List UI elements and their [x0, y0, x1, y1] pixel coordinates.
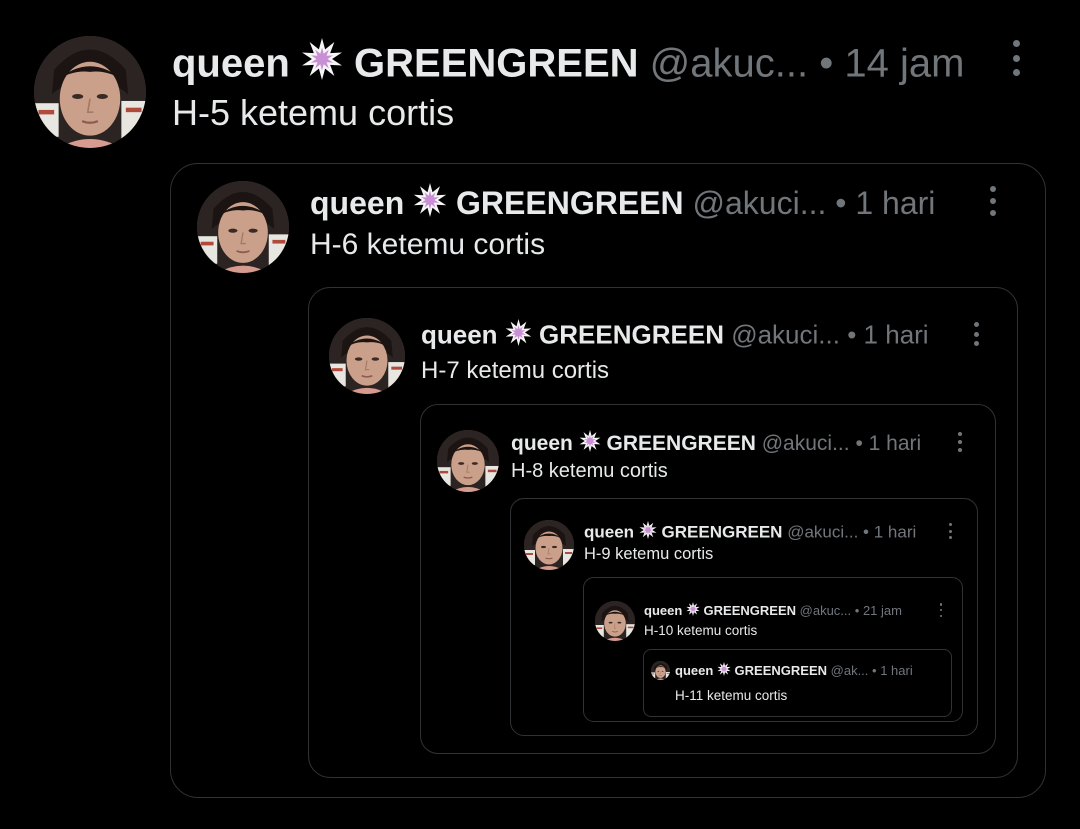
post-text: H-11 ketemu cortis — [675, 688, 788, 703]
more-options-icon[interactable] — [971, 322, 981, 346]
post-timestamp[interactable]: 1 hari — [855, 185, 935, 221]
author-handle[interactable]: @akuci... — [762, 432, 850, 455]
author-display-name[interactable]: GREENGREEN — [354, 41, 639, 85]
post-header: queen GREENGREEN @akuci... • 1 hari — [421, 319, 929, 353]
explosion-badge-icon — [717, 662, 731, 679]
author-display-name[interactable]: GREENGREEN — [704, 603, 796, 618]
author-name[interactable]: queen — [511, 432, 573, 455]
author-display-name[interactable]: GREENGREEN — [735, 663, 827, 678]
author-handle[interactable]: @akuc... — [800, 603, 852, 618]
author-name[interactable]: queen — [584, 522, 634, 541]
author-name[interactable]: queen — [421, 320, 498, 350]
author-handle[interactable]: @akuci... — [693, 185, 827, 221]
author-name[interactable]: queen — [644, 603, 682, 618]
post-timestamp[interactable]: 1 hari — [874, 522, 917, 541]
post-timestamp[interactable]: 1 hari — [880, 663, 913, 678]
quote-card-6[interactable] — [643, 649, 952, 717]
author-handle[interactable]: @akuci... — [787, 522, 858, 541]
post-timestamp[interactable]: 1 hari — [864, 320, 929, 350]
author-display-name[interactable]: GREENGREEN — [662, 522, 783, 541]
avatar[interactable] — [197, 181, 289, 273]
explosion-badge-icon — [686, 602, 700, 619]
author-display-name[interactable]: GREENGREEN — [607, 432, 756, 455]
author-name[interactable]: queen — [172, 41, 290, 85]
separator-dot: • — [872, 662, 877, 678]
post-header: queen GREENGREEN @akuci... • 1 hari — [584, 521, 916, 544]
separator-dot: • — [835, 185, 847, 222]
post-timestamp[interactable]: 14 jam — [844, 41, 964, 85]
author-handle[interactable]: @akuc... — [650, 41, 808, 85]
separator-dot: • — [854, 602, 860, 618]
avatar[interactable] — [595, 601, 635, 641]
separator-dot: • — [855, 432, 863, 456]
author-display-name[interactable]: GREENGREEN — [539, 320, 724, 350]
post-header: queen GREENGREEN @akuci... • 1 hari — [310, 183, 935, 225]
author-name[interactable]: queen — [675, 663, 713, 678]
more-options-icon[interactable] — [939, 603, 944, 617]
more-options-icon[interactable] — [987, 186, 999, 216]
avatar[interactable] — [34, 36, 146, 148]
post-text: H-9 ketemu cortis — [584, 545, 714, 563]
post-text: H-8 ketemu cortis — [511, 460, 668, 482]
explosion-badge-icon — [639, 521, 657, 544]
avatar[interactable] — [651, 661, 670, 680]
explosion-badge-icon — [505, 319, 532, 353]
author-display-name[interactable]: GREENGREEN — [456, 185, 684, 221]
author-handle[interactable]: @akuci... — [731, 320, 840, 350]
post-text: H-10 ketemu cortis — [644, 623, 758, 638]
avatar[interactable] — [524, 520, 574, 570]
post-text: H-5 ketemu cortis — [172, 92, 455, 133]
separator-dot: • — [863, 522, 869, 542]
avatar[interactable] — [437, 430, 499, 492]
post-header: queen GREENGREEN @akuc... • 14 jam — [172, 38, 964, 90]
separator-dot: • — [819, 41, 834, 86]
author-handle[interactable]: @ak... — [831, 663, 869, 678]
post-text: H-6 ketemu cortis — [310, 228, 546, 261]
post-timestamp[interactable]: 21 jam — [863, 603, 902, 618]
avatar[interactable] — [329, 318, 405, 394]
separator-dot: • — [847, 319, 857, 350]
more-options-icon[interactable] — [947, 523, 953, 539]
explosion-badge-icon — [301, 38, 343, 90]
explosion-badge-icon — [579, 430, 601, 458]
explosion-badge-icon — [413, 183, 447, 225]
more-options-icon[interactable] — [956, 432, 964, 452]
post-header: queen GREENGREEN @akuci... • 1 hari — [511, 430, 921, 458]
post-timestamp[interactable]: 1 hari — [869, 432, 922, 455]
author-name[interactable]: queen — [310, 185, 404, 221]
post-header: queen GREENGREEN @akuc... • 21 jam — [644, 602, 902, 619]
post-header: queen GREENGREEN @ak... • 1 hari — [675, 662, 913, 679]
post-text: H-7 ketemu cortis — [421, 357, 610, 384]
more-options-icon[interactable] — [1009, 40, 1023, 76]
